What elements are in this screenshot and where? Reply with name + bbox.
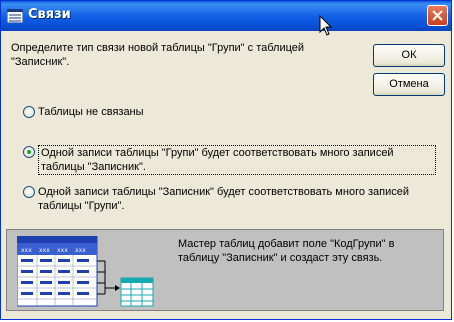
option-label: Одной записи таблицы "Групи" будет соотв…	[38, 145, 436, 175]
ok-button[interactable]: ОК	[373, 44, 445, 67]
illus-cell: xxx	[21, 247, 32, 254]
cancel-button[interactable]: Отмена	[373, 73, 445, 96]
dialog-prompt: Определите тип связи новой таблицы "Груп…	[11, 42, 305, 68]
title-bar[interactable]: Связи	[1, 1, 451, 31]
option-label: Одной записи таблицы "Записник" будет со…	[38, 186, 410, 212]
relations-icon	[7, 9, 23, 23]
illus-cell: xxx	[39, 247, 50, 254]
relations-dialog: Связи Определите тип связи новой таблицы…	[0, 0, 452, 320]
table-relation-illustration-icon: xxx xxx xxx xxx	[17, 236, 154, 307]
close-icon	[432, 10, 443, 21]
radio-groups-to-many-records[interactable]	[23, 146, 35, 158]
window-title: Связи	[28, 7, 71, 22]
info-panel: xxx xxx xxx xxx Мастер таблиц добавит по…	[6, 229, 444, 311]
radio-not-related[interactable]	[23, 106, 35, 118]
close-button[interactable]	[427, 5, 448, 26]
illus-cell: xxx	[57, 247, 68, 254]
mouse-cursor-icon	[319, 15, 333, 36]
illus-cell: xxx	[75, 247, 86, 254]
radio-records-to-many-groups[interactable]	[23, 186, 35, 198]
info-text: Мастер таблиц добавит поле "КодГрупи" в …	[178, 238, 395, 264]
option-label: Таблицы не связаны	[38, 106, 144, 118]
